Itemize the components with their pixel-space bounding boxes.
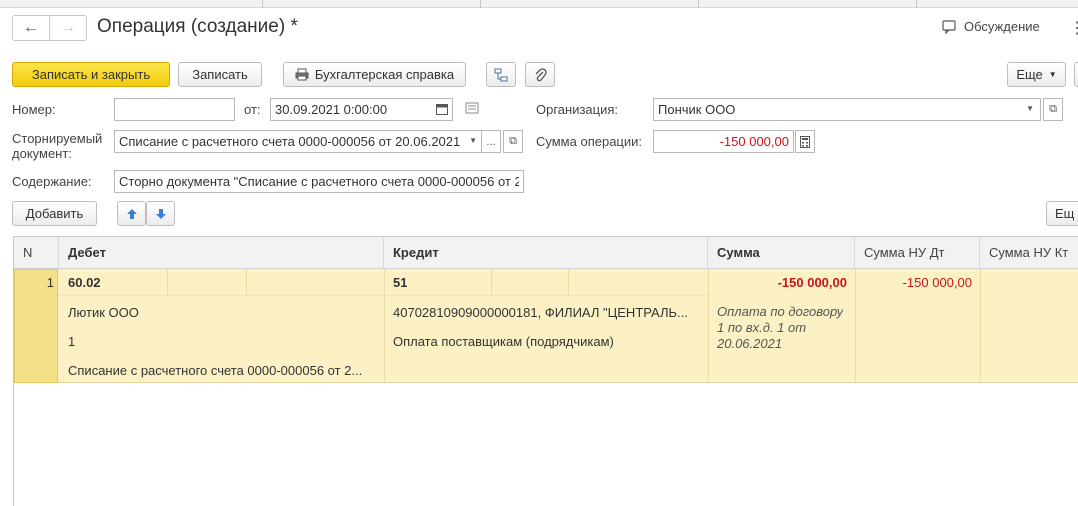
date-field[interactable]: 30.09.2021 0:00:00 [270, 98, 453, 121]
chevron-down-icon: ▼ [1048, 70, 1057, 79]
save-and-close-button[interactable]: Записать и закрыть [12, 62, 170, 87]
table-row[interactable]: 1 60.02 Лютик ООО 1 Списание с расчетног… [14, 269, 1078, 383]
debit-subconto-2: 1 [68, 334, 76, 349]
organization-field[interactable]: Пончик ООО ▼ [653, 98, 1041, 121]
storno-document-field[interactable]: Списание с расчетного счета 0000-000056 … [114, 130, 482, 153]
add-row-button[interactable]: Добавить [12, 201, 97, 226]
attach-button[interactable] [525, 62, 555, 87]
header-debit[interactable]: Дебет [59, 237, 384, 268]
header-sum-nu-kt[interactable]: Сумма НУ Кт [980, 237, 1078, 268]
dropdown-arrow-icon[interactable]: ▼ [469, 136, 477, 145]
sum-value: -150 000,00 [777, 275, 847, 290]
header-n[interactable]: N [14, 237, 59, 268]
comment-icon[interactable] [465, 102, 479, 117]
dropdown-arrow-icon[interactable]: ▼ [1026, 104, 1034, 113]
page-title: Операция (создание) * [97, 16, 298, 37]
header-sum-nu-dt[interactable]: Сумма НУ Дт [855, 237, 980, 268]
arrow-up-icon [126, 208, 137, 219]
extra-button[interactable] [1074, 62, 1078, 87]
paperclip-icon [535, 67, 547, 81]
number-label: Номер: [12, 102, 56, 117]
arrow-left-icon: ← [23, 19, 39, 36]
calendar-icon[interactable] [436, 103, 448, 118]
save-button[interactable]: Записать [178, 62, 262, 87]
operation-sum-label: Сумма операции: [536, 134, 642, 149]
discussion-link[interactable]: Обсуждение [942, 19, 1040, 34]
more-label: Еще [1016, 67, 1043, 82]
header-sum[interactable]: Сумма [708, 237, 855, 268]
forward-button[interactable]: → [49, 15, 87, 41]
back-button[interactable]: ← [12, 15, 50, 41]
content-label: Содержание: [12, 174, 92, 189]
open-storno-button[interactable]: ⧉ [503, 130, 523, 153]
open-icon: ⧉ [509, 135, 517, 147]
open-organization-button[interactable]: ⧉ [1043, 98, 1063, 121]
arrow-right-icon: → [60, 19, 76, 36]
sum-note-line-3: 20.06.2021 [717, 336, 783, 351]
sum-nu-dt-value: -150 000,00 [902, 275, 972, 290]
sum-note-line-2: 1 по вх.д. 1 от [717, 320, 807, 335]
content-field[interactable]: Сторно документа "Списание с расчетного … [114, 170, 524, 193]
credit-account: 51 [393, 275, 408, 290]
credit-subconto-2: Оплата поставщикам (подрядчикам) [393, 334, 614, 349]
credit-subconto-1: 40702810909000000181, ФИЛИАЛ "ЦЕНТРАЛЬ..… [393, 305, 688, 320]
structure-button[interactable] [486, 62, 516, 87]
printer-icon [295, 68, 309, 81]
row-number: 1 [46, 275, 54, 290]
move-up-button[interactable] [117, 201, 146, 226]
organization-label: Организация: [536, 102, 619, 117]
calculator-button[interactable] [795, 130, 815, 153]
number-field[interactable] [114, 98, 235, 121]
more-button[interactable]: Еще ▼ [1007, 62, 1066, 87]
open-icon: ⧉ [1049, 103, 1057, 115]
calculator-icon [800, 135, 810, 148]
header-credit[interactable]: Кредит [384, 237, 708, 268]
debit-subconto-1: Лютик ООО [68, 305, 139, 320]
table-more-button[interactable]: Ещ [1046, 201, 1078, 226]
operation-sum-field[interactable]: -150 000,00 [653, 130, 794, 153]
discussion-label: Обсуждение [964, 19, 1040, 34]
window-menu-icon[interactable]: ⋮ [1069, 18, 1078, 38]
accounting-report-label: Бухгалтерская справка [314, 67, 455, 82]
top-tab-strip [0, 0, 1078, 8]
table-header: N Дебет Кредит Сумма Сумма НУ Дт Сумма Н… [14, 237, 1078, 269]
debit-account: 60.02 [68, 275, 101, 290]
arrow-down-icon [155, 208, 166, 219]
entries-table: N Дебет Кредит Сумма Сумма НУ Дт Сумма Н… [13, 236, 1078, 506]
select-storno-button[interactable]: ... [481, 130, 501, 153]
chat-icon [942, 19, 956, 34]
sum-note-line-1: Оплата по договору [717, 304, 844, 319]
structure-icon [494, 68, 508, 81]
storno-document-label: Сторнируемый документ: [12, 131, 103, 161]
debit-subconto-3: Списание с расчетного счета 0000-000056 … [68, 363, 363, 378]
accounting-report-button[interactable]: Бухгалтерская справка [283, 62, 466, 87]
date-label: от: [244, 102, 261, 117]
move-down-button[interactable] [146, 201, 175, 226]
